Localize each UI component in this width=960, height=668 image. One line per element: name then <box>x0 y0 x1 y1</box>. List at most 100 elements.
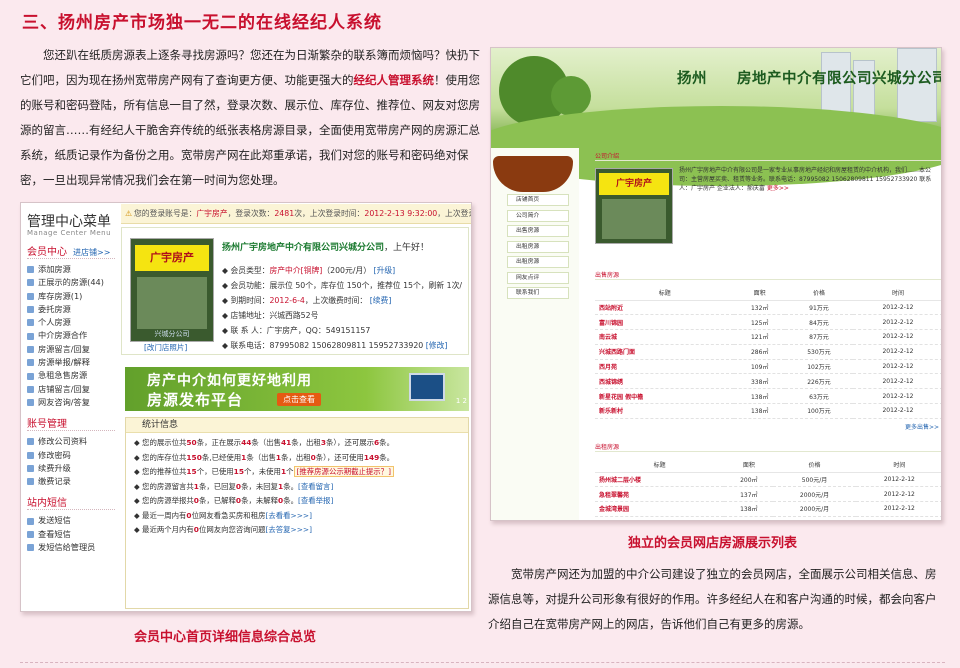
caption-member-center: 会员中心首页详细信息综合总览 <box>134 630 317 645</box>
listing-title[interactable]: 西城锦绣 <box>595 373 735 390</box>
table-row[interactable]: 新乐新村 138㎡ 100万元 2012-2-12 <box>595 403 941 419</box>
table-row[interactable]: 南云城 121㎡ 87万元 2012-2-12 <box>595 329 941 345</box>
bottom-divider <box>20 662 945 663</box>
table-row[interactable]: 西月苑 109㎡ 102万元 2012-2-12 <box>595 359 941 375</box>
nav-item[interactable]: 发送短信 <box>27 514 115 527</box>
listing-title[interactable]: 扬州城二层小楼 <box>595 472 725 488</box>
stats-link[interactable]: [查看举报] <box>298 496 333 505</box>
stats-text: 条（出售 <box>246 452 276 462</box>
table-cell: 84万元 <box>784 314 853 331</box>
nav-item[interactable]: 修改密码 <box>27 449 115 462</box>
nav-item[interactable]: 急租急售房源 <box>27 369 115 382</box>
nav-item[interactable]: 中介房源合作 <box>27 329 115 342</box>
due-date-row: ◆ 到期时间：2012-6-4，上次缴费时间： [续费] <box>222 296 392 305</box>
renew-link[interactable]: [续费] <box>370 296 392 305</box>
banner-view-button[interactable]: 点击查看 <box>277 393 321 406</box>
table-cell: 102万元 <box>784 359 853 375</box>
nav-item[interactable]: 店铺留言/回复 <box>27 383 115 396</box>
stats-text: 您的展示位共 <box>142 438 187 447</box>
nav-item-icon <box>27 319 34 327</box>
more-sale-link[interactable]: 更多出售>> <box>905 422 939 431</box>
store-nav-item[interactable]: 店铺首页 <box>507 194 569 206</box>
listing-title[interactable]: 急租翠馨苑 <box>595 486 725 503</box>
enter-store-link[interactable]: 进店铺>> <box>73 248 110 257</box>
table-cell: 63万元 <box>784 388 853 405</box>
intro-more-link[interactable]: 更多>> <box>767 185 789 192</box>
stats-number: 41 <box>280 438 292 447</box>
table-cell: 121㎡ <box>734 329 785 345</box>
listing-title[interactable]: 新星花园 假中檐 <box>595 388 735 405</box>
stats-text: 您的房源举报共 <box>142 496 194 505</box>
nav-item[interactable]: 修改公司资料 <box>27 435 115 448</box>
stats-link[interactable]: [去看看>>>] <box>265 511 312 520</box>
store-nav-item[interactable]: 出租房源 <box>507 256 569 268</box>
stats-text: 条,已经使用 <box>201 452 242 462</box>
edit-phone-link[interactable]: [修改] <box>426 341 448 350</box>
listing-title[interactable]: 南云城 <box>595 329 735 345</box>
store-nav-item[interactable]: 公司简介 <box>507 209 569 222</box>
table-cell: 200㎡ <box>724 472 774 488</box>
nav-item-icon <box>27 465 34 472</box>
table-cell: 2012-2-12 <box>852 388 941 405</box>
upgrade-link[interactable]: [升级] <box>374 266 396 275</box>
nav-group-account: 账号管理 <box>27 415 115 432</box>
nav-item[interactable]: 发短信给管理员 <box>27 541 115 554</box>
table-cell: 2012-2-12 <box>855 472 941 488</box>
store-nav-item[interactable]: 出租房源 <box>507 240 569 253</box>
table-row[interactable]: 扬州城二层小楼 200㎡ 500元/月 2012-2-12 <box>595 472 941 488</box>
store-page-screenshot: 扬州 房地产中介有限公司兴城分公司 店铺首页 公司简介 出售房源 出租房源 出租房源 网友… <box>490 47 942 521</box>
nav-group-member: 会员中心 进店铺>> <box>27 243 115 259</box>
nav-item[interactable]: 缴费记录 <box>27 475 115 488</box>
table-header: 时间 <box>855 458 941 473</box>
table-row[interactable]: 新星花园 假中檐 138㎡ 63万元 2012-2-12 <box>595 388 941 405</box>
nav-item-icon <box>27 306 34 314</box>
store-nav-item[interactable]: 联系我们 <box>507 287 569 299</box>
nav-item[interactable]: 网友咨询/答复 <box>27 396 115 409</box>
listing-title[interactable]: 西月苑 <box>595 359 735 375</box>
table-cell: 2012-2-12 <box>852 300 941 316</box>
contact-row: ◆ 联 系 人：广宇房产，QQ：549151157 <box>222 326 371 335</box>
listing-title[interactable]: 金城湾景园 <box>595 501 725 517</box>
stats-row: ◆ 最近两个月内有0位网友向您咨询问题[去答复>>>] <box>134 525 313 534</box>
table-row[interactable]: 兴城西路门面 286㎡ 530万元 2012-2-12 <box>595 344 941 360</box>
table-cell: 2000元/月 <box>773 486 856 503</box>
stats-link[interactable]: [查看留言] <box>298 482 333 491</box>
company-name: 扬州广宇房地产中介有限公司兴城分公司，上午好！ <box>222 243 430 253</box>
section-title: 三、扬州房产市场独一无二的在线经纪人系统 <box>22 13 382 33</box>
stats-text: 条），还可展示 <box>325 438 375 447</box>
nav-item-icon <box>27 385 34 393</box>
stats-number: 149 <box>363 452 380 462</box>
nav-item[interactable]: 个人房源 <box>27 316 115 329</box>
table-row[interactable]: 西站附近 132㎡ 91万元 2012-2-12 <box>595 300 941 316</box>
nav-item[interactable]: 查看短信 <box>27 528 115 541</box>
nav-item[interactable]: 正展示的房源(44) <box>27 276 115 289</box>
nav-item[interactable]: 房源留言/回复 <box>27 343 115 356</box>
table-header: 标题 <box>595 286 735 301</box>
listing-title[interactable]: 富川锦园 <box>595 314 735 331</box>
table-row[interactable]: 急租翠馨苑 137㎡ 2000元/月 2012-2-12 <box>595 486 941 503</box>
nav-item-label: 房源举报/解释 <box>38 357 90 368</box>
nav-item[interactable]: 房源举报/解释 <box>27 356 115 369</box>
table-row[interactable]: 富川锦园 125㎡ 84万元 2012-2-12 <box>595 314 941 331</box>
login-info-bar: ⚠ 您的登录账号是：广宇房产，登录次数：2481次，上次登录时间：2012-2-1… <box>121 204 471 224</box>
change-photo-link[interactable]: [改门店照片] <box>144 342 187 353</box>
nav-item[interactable]: 库存房源(1) <box>27 290 115 303</box>
banner-pager[interactable]: 1 2 <box>456 397 467 405</box>
table-row[interactable]: 西城锦绣 338㎡ 226万元 2012-2-12 <box>595 373 941 390</box>
promo-banner[interactable]: 房产中介如何更好地利用 房源发布平台 点击查看 1 2 <box>125 367 469 411</box>
account-name: 广宇房产 <box>196 209 228 218</box>
store-nav-item[interactable]: 网友点评 <box>507 271 569 284</box>
table-header: 时间 <box>852 286 941 301</box>
store-nav-item[interactable]: 出售房源 <box>507 225 569 237</box>
stats-text: 个 <box>286 467 294 476</box>
stats-link[interactable]: [去答复>>>] <box>265 525 312 534</box>
listing-title[interactable]: 新乐新村 <box>595 403 735 419</box>
nav-item[interactable]: 添加房源 <box>27 263 115 276</box>
nav-item[interactable]: 委托房源 <box>27 303 115 316</box>
table-row[interactable]: 金城湾景园 138㎡ 2000元/月 2012-2-12 <box>595 501 941 517</box>
listing-title[interactable]: 西站附近 <box>595 300 735 316</box>
nav-item[interactable]: 续费升级 <box>27 462 115 475</box>
listing-title[interactable]: 兴城西路门面 <box>595 344 735 360</box>
intro-paragraph: 您还趴在纸质房源表上逐条寻找房源吗？您还在为日渐繁杂的联系簿而烦恼吗？快扔下它们… <box>20 43 482 193</box>
stats-link[interactable]: [推荐房源公示期截止提示？] <box>293 466 394 477</box>
